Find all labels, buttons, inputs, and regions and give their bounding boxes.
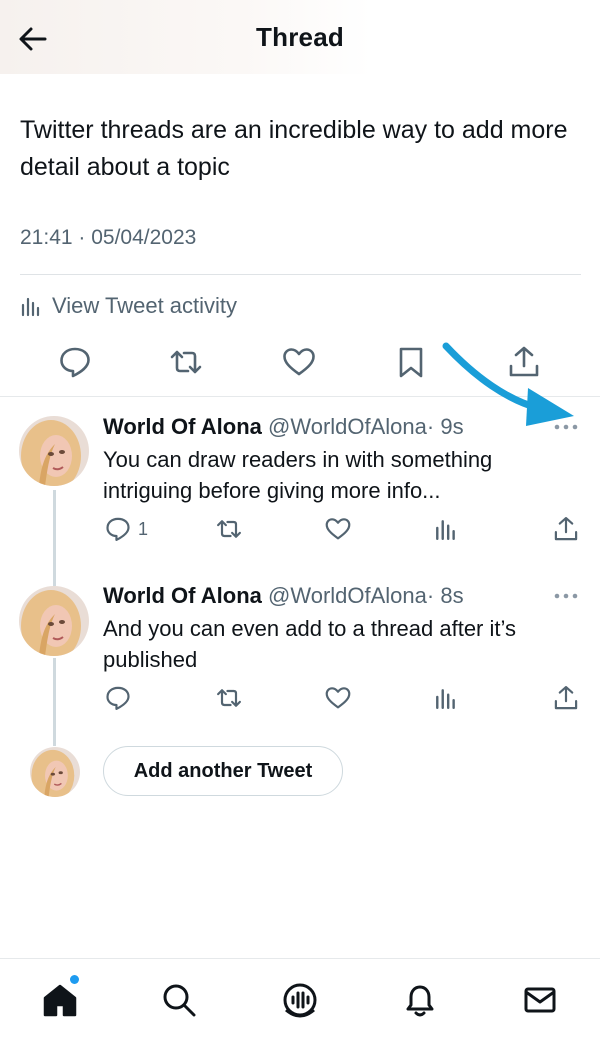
share-button[interactable] bbox=[552, 515, 580, 543]
view-tweet-activity-link[interactable]: View Tweet activity bbox=[20, 290, 237, 322]
more-options-button[interactable] bbox=[553, 591, 579, 601]
retweet-button[interactable] bbox=[215, 515, 243, 543]
reply-header: World Of Alona @WorldOfAlona· 8s bbox=[103, 583, 464, 609]
analytics-button[interactable] bbox=[434, 515, 458, 543]
author-name[interactable]: World Of Alona bbox=[103, 414, 262, 439]
like-button[interactable] bbox=[324, 684, 352, 712]
avatar bbox=[30, 747, 80, 797]
share-icon bbox=[554, 686, 578, 710]
author-handle[interactable]: @WorldOfAlona bbox=[268, 414, 427, 439]
retweet-icon bbox=[217, 520, 241, 538]
retweet-button[interactable] bbox=[168, 344, 204, 380]
reply-icon bbox=[106, 686, 130, 710]
bookmark-icon bbox=[399, 347, 423, 378]
analytics-icon bbox=[436, 689, 455, 710]
nav-search[interactable] bbox=[159, 980, 199, 1020]
nav-home[interactable] bbox=[40, 980, 80, 1020]
reply-button[interactable] bbox=[57, 344, 93, 380]
reply-action-bar bbox=[0, 684, 600, 714]
more-icon bbox=[554, 593, 578, 599]
avatar[interactable] bbox=[19, 586, 89, 656]
search-icon bbox=[163, 984, 196, 1017]
author-handle[interactable]: @WorldOfAlona bbox=[268, 583, 427, 608]
home-icon bbox=[43, 984, 77, 1017]
tweet-age: · 8s bbox=[426, 583, 464, 608]
messages-icon bbox=[524, 987, 556, 1013]
heart-icon bbox=[325, 518, 351, 540]
retweet-icon bbox=[217, 689, 241, 707]
annotation-arrow-icon bbox=[442, 342, 574, 426]
page-title: Thread bbox=[256, 22, 344, 52]
reply-count: 1 bbox=[138, 518, 149, 539]
analytics-button[interactable] bbox=[434, 684, 458, 712]
nav-spaces[interactable] bbox=[280, 980, 320, 1020]
like-button[interactable] bbox=[324, 515, 352, 543]
tweet-text: Twitter threads are an incredible way to… bbox=[20, 116, 568, 181]
reply-action-bar: 1 bbox=[0, 515, 600, 545]
reply-text: You can draw readers in with something i… bbox=[103, 447, 493, 503]
avatar-photo bbox=[30, 747, 80, 797]
heart-icon bbox=[325, 687, 351, 709]
analytics-icon bbox=[436, 520, 455, 541]
reply-button[interactable] bbox=[104, 684, 132, 712]
avatar[interactable] bbox=[19, 416, 89, 486]
retweet-button[interactable] bbox=[215, 684, 243, 712]
divider bbox=[0, 958, 600, 959]
bookmark-button[interactable] bbox=[393, 344, 429, 380]
heart-icon bbox=[283, 348, 315, 376]
reply-button[interactable]: 1 bbox=[104, 515, 148, 543]
like-button[interactable] bbox=[281, 344, 317, 380]
reply-icon bbox=[60, 347, 90, 378]
spaces-icon bbox=[283, 983, 317, 1018]
author-name[interactable]: World Of Alona bbox=[103, 583, 262, 608]
tweet-timestamp: 21:41 · 05/04/2023 bbox=[20, 226, 197, 249]
notifications-icon bbox=[406, 985, 434, 1017]
retweet-icon bbox=[170, 350, 202, 374]
share-button[interactable] bbox=[552, 684, 580, 712]
reply-text: And you can even add to a thread after i… bbox=[103, 616, 516, 672]
avatar-photo bbox=[19, 416, 89, 486]
share-icon bbox=[554, 517, 578, 541]
avatar-photo bbox=[19, 586, 89, 656]
divider bbox=[20, 274, 581, 275]
add-another-tweet-button[interactable]: Add another Tweet bbox=[103, 746, 343, 796]
analytics-icon bbox=[21, 297, 40, 317]
nav-messages[interactable] bbox=[520, 980, 560, 1020]
view-tweet-activity-label: View Tweet activity bbox=[52, 293, 238, 318]
new-content-badge bbox=[70, 975, 79, 984]
reply-icon bbox=[106, 517, 130, 541]
nav-notifications[interactable] bbox=[400, 980, 440, 1020]
reply-header: World Of Alona @WorldOfAlona· 9s bbox=[103, 414, 464, 440]
